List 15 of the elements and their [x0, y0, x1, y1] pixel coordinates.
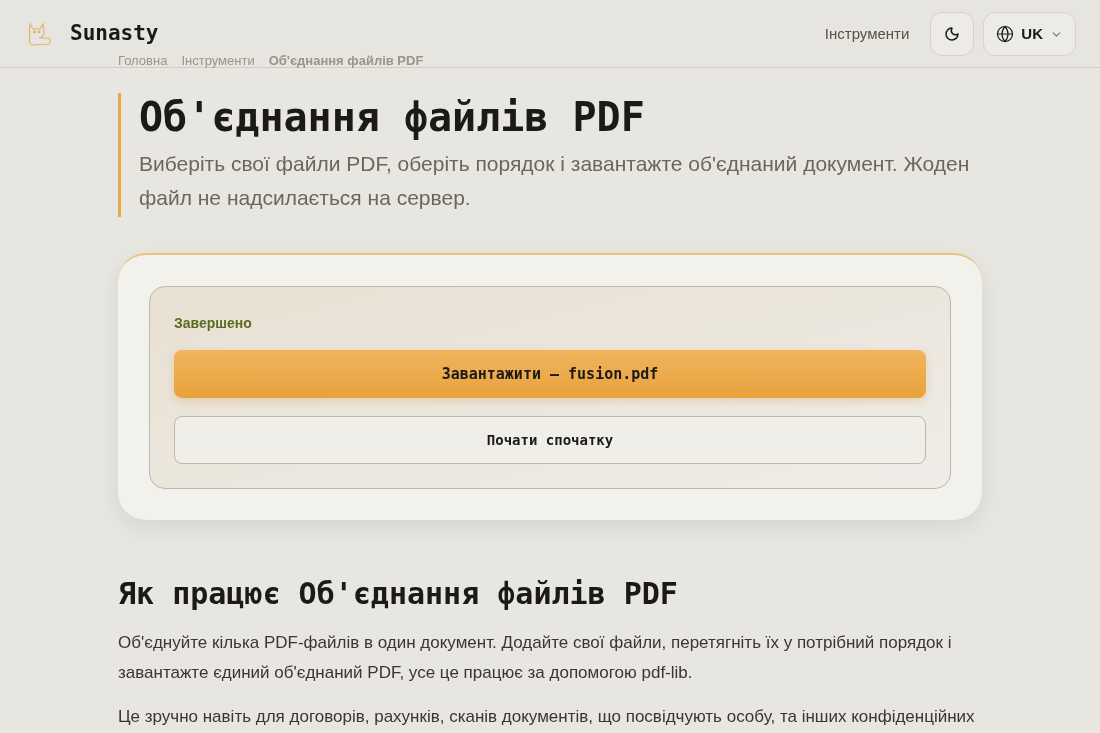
globe-icon	[996, 25, 1015, 43]
moon-icon	[944, 26, 961, 42]
page-subtitle: Виберіть свої файли PDF, оберіть порядок і завантажте об'єднаний документ. Жоден файл не надсилається на сервер.	[139, 151, 971, 211]
restart-button[interactable]: Почати спочатку	[174, 416, 926, 464]
status-label: Завершено	[174, 314, 253, 333]
language-button[interactable]: UK	[983, 12, 1076, 56]
section-paragraph: Об'єднуйте кілька PDF-файлів в один документ. Додайте свої файли, перетягніть їх у потрібний порядок і завантажте єдиний об'єднаний PDF, усе це працює за допомогою pdf-lib.	[118, 632, 953, 684]
breadcrumb-item: Об'єднання файлів PDF	[268, 54, 424, 68]
tools-nav-link[interactable]: Інструменти	[824, 22, 910, 46]
brand-name[interactable]: Sunasty	[70, 18, 159, 50]
page-title: Об'єднання файлів PDF	[139, 95, 646, 139]
section-heading: Як працює Об'єднання файлів PDF	[118, 575, 679, 613]
section-paragraph: Це зручно навіть для договорів, рахунків, сканів документів, що посвідчують особу, та інших конфіденційних	[118, 706, 976, 728]
download-button[interactable]: Завантажити — fusion.pdf	[174, 350, 926, 398]
theme-toggle-button[interactable]	[930, 12, 975, 56]
